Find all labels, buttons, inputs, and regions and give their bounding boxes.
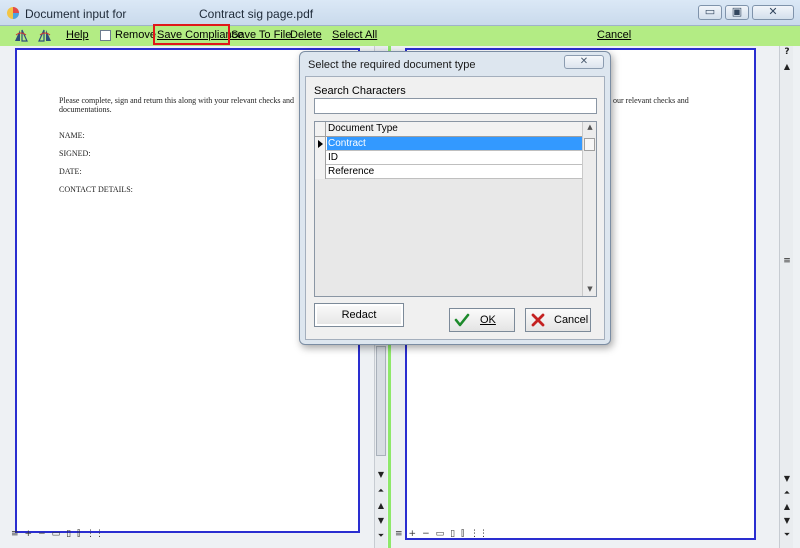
scroll-last-right-icon[interactable]: ⏷: [781, 530, 793, 540]
doc-signed-label: SIGNED:: [59, 149, 91, 158]
grid-row[interactable]: ID: [315, 151, 583, 165]
app-icon: [7, 7, 19, 19]
maximize-icon: ▣: [731, 5, 743, 18]
cancel-label: Cancel: [554, 314, 589, 326]
scroll-down2-icon[interactable]: ▼: [375, 516, 387, 525]
select-all-link[interactable]: Select All: [332, 29, 377, 41]
grid-scroll-thumb[interactable]: [584, 138, 595, 151]
title-bar: Document input for Contract sig page.pdf…: [0, 0, 800, 26]
fit-width-right-icon[interactable]: ▭: [436, 529, 445, 539]
right-page-scrollbar[interactable]: ? ▲ ≡ ▼ ⏶ ▲ ▼ ⏷: [779, 46, 793, 548]
grid-view-icon[interactable]: ⋮⋮: [86, 529, 104, 539]
close-icon: ✕: [579, 56, 589, 67]
doc-date-label: DATE:: [59, 167, 82, 176]
dialog-body: Search Characters Document Type Contract…: [305, 76, 605, 340]
scroll-first-right-icon[interactable]: ⏶: [781, 488, 793, 498]
row-indicator: [315, 165, 326, 179]
left-page-view-tools: ≡ + − ▭ ▯ ⫿ ⋮⋮: [11, 529, 104, 539]
doc-contact-label: CONTACT DETAILS:: [59, 185, 133, 194]
window-controls: ▭ ▣ ✕: [698, 5, 794, 20]
left-scroll-thumb[interactable]: [376, 346, 386, 456]
scroll-first-icon[interactable]: ⏶: [375, 486, 387, 496]
scroll-down2-right-icon[interactable]: ▼: [781, 516, 793, 525]
redact-button[interactable]: Redact: [314, 303, 404, 327]
scroll-up-right-icon[interactable]: ▲: [781, 62, 793, 71]
search-label: Search Characters: [314, 85, 406, 97]
zoom-in-icon[interactable]: +: [25, 529, 33, 539]
cancel-button[interactable]: Cancel: [525, 308, 591, 332]
zoom-out-right-icon[interactable]: −: [422, 529, 430, 539]
menu-right-icon[interactable]: ≡: [395, 529, 403, 539]
search-input[interactable]: [314, 98, 597, 114]
help-question-icon[interactable]: ?: [781, 47, 793, 57]
fit-page-right-icon[interactable]: ▯: [450, 529, 455, 539]
grid-header-indicator: [315, 122, 326, 137]
ok-label: OK: [480, 314, 496, 326]
doc-paragraph-line2: documentations.: [59, 105, 112, 114]
document-type-grid: Document Type Contract ID Reference ▲ ▼: [314, 121, 597, 297]
scroll-last-icon[interactable]: ⏷: [375, 531, 387, 541]
save-compliance-highlight: [153, 24, 230, 45]
save-to-file-link[interactable]: Save To File: [231, 29, 291, 41]
window-title: Document input for: [25, 7, 127, 21]
close-icon: ✕: [768, 5, 778, 18]
grid-view-right-icon[interactable]: ⋮⋮: [470, 529, 488, 539]
row-indicator: [315, 151, 326, 165]
two-page-icon[interactable]: ⫿: [77, 529, 80, 539]
scroll-up2-right-icon[interactable]: ▲: [781, 502, 793, 511]
grid-scrollbar[interactable]: ▲ ▼: [582, 122, 596, 296]
close-window-button[interactable]: ✕: [752, 5, 794, 20]
help-link[interactable]: Help: [66, 29, 89, 41]
doc-name-label: NAME:: [59, 131, 85, 140]
mirror-alt-icon[interactable]: [37, 28, 53, 43]
row-cell[interactable]: Reference: [327, 165, 583, 178]
cancel-link[interactable]: Cancel: [597, 29, 631, 41]
maximize-button[interactable]: ▣: [725, 5, 749, 20]
fit-width-icon[interactable]: ▭: [52, 529, 61, 539]
scroll-down-right-icon[interactable]: ▼: [781, 474, 793, 483]
column-header-document-type[interactable]: Document Type: [328, 123, 398, 134]
dialog-close-button[interactable]: ✕: [564, 55, 604, 69]
scroll-down-icon[interactable]: ▼: [375, 470, 387, 479]
grid-row[interactable]: Contract: [315, 137, 583, 151]
fit-page-icon[interactable]: ▯: [66, 529, 71, 539]
doc-right-paragraph: our relevant checks and: [613, 96, 689, 105]
minimize-icon: ▭: [704, 5, 716, 18]
doc-paragraph-line1: Please complete, sign and return this al…: [59, 96, 295, 105]
grid-scroll-down-icon[interactable]: ▼: [583, 285, 597, 293]
row-cell[interactable]: ID: [327, 151, 583, 164]
ok-button[interactable]: OK: [449, 308, 515, 332]
remove-checkbox[interactable]: [100, 30, 111, 41]
dialog-title: Select the required document type: [308, 59, 476, 71]
row-pointer-icon: [318, 140, 323, 148]
toolbar: Help Remove Save Compliance Save To File…: [0, 26, 800, 46]
row-cell[interactable]: Contract: [327, 137, 583, 150]
scroll-up-icon[interactable]: ▲: [375, 501, 387, 510]
zoom-in-right-icon[interactable]: +: [409, 529, 417, 539]
menu-icon[interactable]: ≡: [11, 529, 19, 539]
row-indicator: [315, 137, 326, 151]
mirror-icon[interactable]: [13, 28, 29, 43]
grid-row[interactable]: Reference: [315, 165, 583, 179]
document-type-dialog: Select the required document type ✕ Sear…: [299, 51, 611, 345]
delete-link[interactable]: Delete: [290, 29, 322, 41]
right-page-view-tools: ≡ + − ▭ ▯ ⫿ ⋮⋮: [395, 529, 488, 539]
two-page-right-icon[interactable]: ⫿: [461, 529, 464, 539]
zoom-out-icon[interactable]: −: [38, 529, 46, 539]
minimize-button[interactable]: ▭: [698, 5, 722, 20]
window-file-name: Contract sig page.pdf: [199, 7, 314, 21]
scroll-grip-icon[interactable]: ≡: [781, 256, 793, 266]
remove-label: Remove: [115, 29, 156, 41]
grid-header: Document Type: [315, 122, 583, 137]
grid-scroll-up-icon[interactable]: ▲: [583, 123, 597, 131]
check-icon: [454, 313, 470, 327]
x-icon: [531, 313, 545, 327]
